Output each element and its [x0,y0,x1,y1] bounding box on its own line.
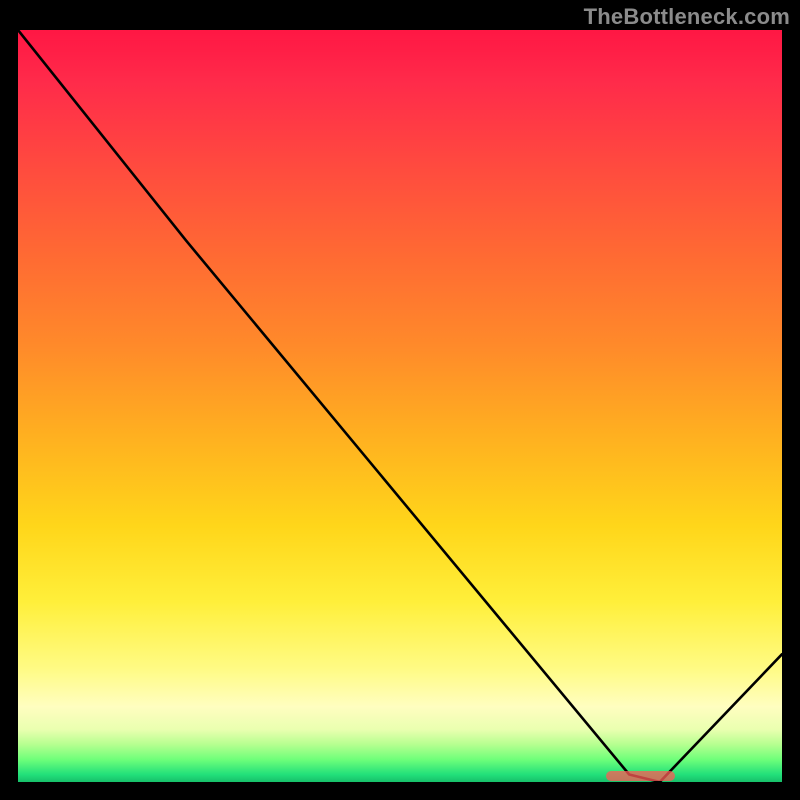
chart-svg [18,30,782,782]
minimum-marker [606,771,675,781]
plot-area [18,30,782,782]
line-series [18,30,782,782]
watermark-text: TheBottleneck.com [584,4,790,30]
chart-frame: TheBottleneck.com [0,0,800,800]
